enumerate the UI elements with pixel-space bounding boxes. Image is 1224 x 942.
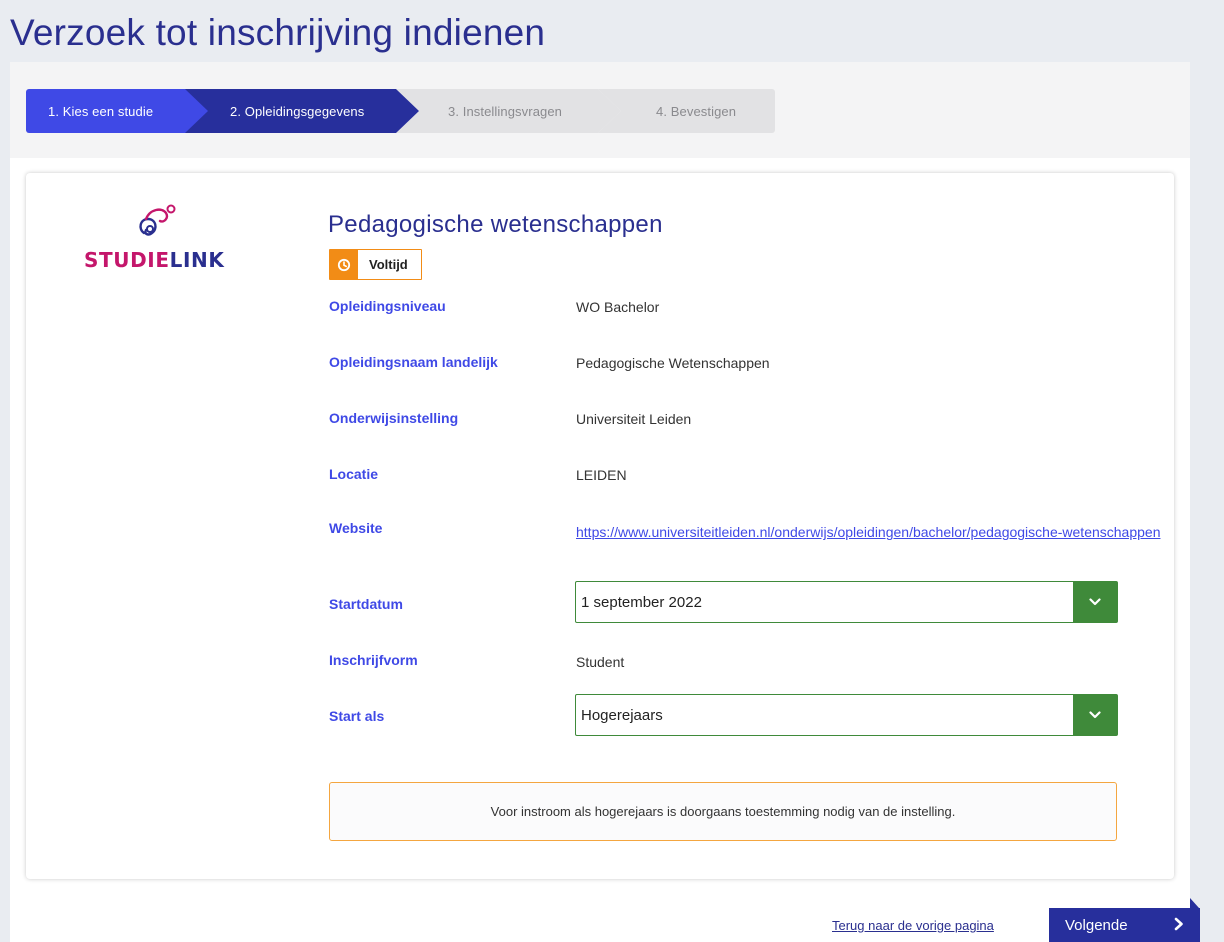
- label-inschrijfvorm: Inschrijfvorm: [329, 652, 418, 668]
- back-link[interactable]: Terug naar de vorige pagina: [832, 918, 994, 933]
- next-button[interactable]: Volgende: [1049, 908, 1200, 942]
- studielink-logo: STUDIELINK: [80, 203, 230, 275]
- step-bevestigen: 4. Bevestigen: [598, 89, 775, 133]
- label-locatie: Locatie: [329, 466, 379, 482]
- value-onderwijsinstelling: Universiteit Leiden: [576, 411, 692, 427]
- next-button-tab: [1190, 898, 1199, 908]
- label-website: Website: [329, 520, 383, 536]
- badge-label: Voltijd: [369, 257, 408, 272]
- step-opleidingsgegevens: 2. Opleidingsgegevens: [184, 89, 419, 133]
- website-link[interactable]: https://www.universiteitleiden.nl/onderw…: [576, 522, 1161, 542]
- studielink-logo-icon: [139, 204, 176, 236]
- chevron-down-icon[interactable]: [1073, 582, 1117, 622]
- program-title: Pedagogische wetenschappen: [328, 211, 663, 238]
- step-instellingsvragen: 3. Instellingsvragen: [396, 89, 621, 133]
- stepper: 1. Kies een studie 2. Opleidingsgegevens…: [26, 89, 786, 133]
- chevron-right-icon: [1174, 917, 1183, 931]
- value-inschrijfvorm: Student: [576, 654, 625, 670]
- value-opleidingsniveau: WO Bachelor: [576, 299, 660, 315]
- start-als-select[interactable]: Hogerejaars: [575, 694, 1118, 736]
- program-card: STUDIELINK Pedagogische wetenschappen Vo…: [26, 173, 1174, 879]
- label-onderwijsinstelling: Onderwijsinstelling: [329, 410, 459, 426]
- page-title: Verzoek tot inschrijving indienen: [10, 12, 546, 53]
- value-opleidingsnaam: Pedagogische Wetenschappen: [576, 355, 770, 371]
- label-opleidingsnaam: Opleidingsnaam landelijk: [329, 354, 498, 370]
- start-als-value: Hogerejaars: [581, 707, 663, 724]
- next-button-label: Volgende: [1065, 916, 1128, 934]
- startdatum-select[interactable]: 1 september 2022: [575, 581, 1118, 623]
- notice-box: Voor instroom als hogerejaars is doorgaa…: [329, 782, 1117, 841]
- study-mode-badge: Voltijd: [329, 249, 422, 280]
- step-kies-een-studie[interactable]: 1. Kies een studie: [26, 89, 208, 133]
- label-start-als: Start als: [329, 708, 385, 724]
- studielink-wordmark: STUDIELINK: [84, 248, 225, 272]
- chevron-down-icon[interactable]: [1073, 695, 1117, 735]
- value-locatie: LEIDEN: [576, 467, 627, 483]
- stepper-band: 1. Kies een studie 2. Opleidingsgegevens…: [10, 62, 1190, 158]
- clock-icon: [330, 250, 358, 279]
- startdatum-value: 1 september 2022: [581, 594, 702, 611]
- label-startdatum: Startdatum: [329, 596, 403, 612]
- label-opleidingsniveau: Opleidingsniveau: [329, 298, 446, 314]
